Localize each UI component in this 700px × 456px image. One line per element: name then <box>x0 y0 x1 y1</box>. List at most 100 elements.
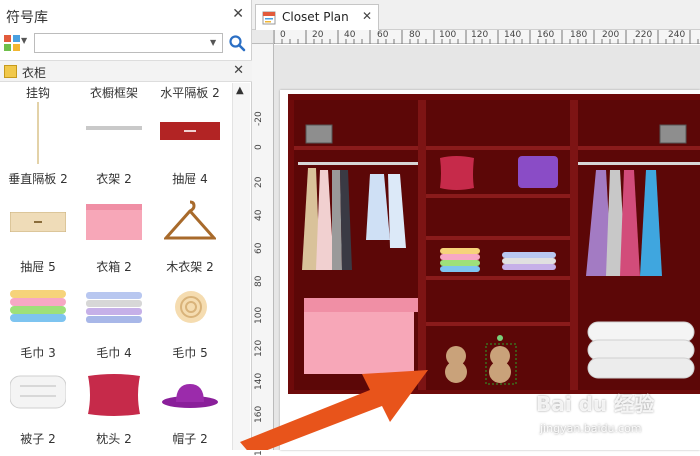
ruler-left-label: 100 <box>254 306 264 324</box>
towel-stack-4-icon <box>86 292 142 323</box>
shape-drawer-5[interactable]: 抽屉 5 <box>0 252 76 336</box>
quilt <box>587 339 695 361</box>
tab-closet-plan[interactable]: Closet Plan ✕ <box>255 4 379 30</box>
basket <box>305 124 333 144</box>
towel-stack-3-icon <box>10 290 66 322</box>
ruler-top-label: 220 <box>635 30 653 40</box>
ruler-top-label: 0 <box>280 30 286 40</box>
shape-hat-2[interactable]: 帽子 2 <box>152 420 228 450</box>
ruler-left-label: 60 <box>254 242 264 254</box>
ruler-top-label: 200 <box>602 30 620 40</box>
ruler-left-label: 0 <box>254 144 264 150</box>
close-icon[interactable]: ✕ <box>232 6 244 22</box>
shelf <box>294 146 418 150</box>
arrow-annotation <box>240 370 428 450</box>
library-toolbar: ▼ ▼ <box>0 30 252 56</box>
storage-box-icon <box>86 204 142 240</box>
ruler-left-label: 120 <box>254 339 264 357</box>
ruler-top-label: 60 <box>377 30 389 40</box>
shape-drawer-4[interactable]: 抽屉 4 <box>152 168 228 252</box>
document-icon <box>262 11 276 25</box>
scroll-up-icon[interactable]: ▲ <box>236 85 244 96</box>
towel <box>440 254 480 260</box>
towel <box>440 266 480 272</box>
watermark-url: jingyan.baidu.com <box>540 422 642 435</box>
folder-icon <box>4 65 17 78</box>
document-tab-bar: Closet Plan ✕ <box>252 0 700 30</box>
search-icon[interactable] <box>228 34 246 52</box>
pillow-icon <box>88 374 140 416</box>
shape-vertical-shelf-2[interactable]: 垂直隔板 2 <box>0 168 76 252</box>
vertical-divider <box>418 100 426 390</box>
hanger-rod <box>578 162 700 165</box>
chevron-down-icon[interactable]: ▼ <box>21 36 27 45</box>
drawer-icon <box>160 122 220 140</box>
ruler-top-label: 160 <box>537 30 555 40</box>
shape-label: 垂直隔板 2 <box>8 172 68 186</box>
shelf <box>426 194 570 198</box>
shape-label: 毛巾 4 <box>96 346 132 360</box>
hanger-rod-icon <box>86 126 142 130</box>
library-title: 符号库 <box>6 10 48 26</box>
search-input[interactable] <box>34 33 223 53</box>
shape-label: 衣橱框架 <box>89 86 138 100</box>
drawer-5-icon <box>10 212 66 232</box>
ruler-left-label: 40 <box>254 209 264 221</box>
shape-towel-3[interactable]: 毛巾 3 <box>0 336 76 420</box>
hat-icon <box>162 384 218 408</box>
shape-hook[interactable]: 挂钩 <box>0 84 76 168</box>
pillow-purple <box>518 156 558 188</box>
shape-wardrobe-frame[interactable]: 衣橱框架 <box>76 84 152 168</box>
shape-towel-4[interactable]: 毛巾 4 <box>76 336 152 420</box>
vertical-divider <box>570 100 578 390</box>
shape-towel-5[interactable]: 毛巾 5 <box>152 336 228 420</box>
storage-box-lid <box>304 298 418 312</box>
ruler-top-label: 100 <box>439 30 457 40</box>
shelf <box>426 236 570 240</box>
ruler-top-label: 20 <box>312 30 324 40</box>
close-icon[interactable]: ✕ <box>233 63 244 78</box>
rolled-towel-icon <box>175 291 207 323</box>
library-grid-icon[interactable] <box>4 35 20 51</box>
shape-storage-box-2[interactable]: 衣箱 2 <box>76 252 152 336</box>
chevron-down-icon[interactable]: ▼ <box>210 38 216 47</box>
shape-wooden-hanger-2[interactable]: 木衣架 2 <box>152 252 228 336</box>
shape-label: 抽屉 4 <box>172 172 208 186</box>
wooden-hanger-icon <box>164 200 216 240</box>
ruler-top-label: 180 <box>570 30 588 40</box>
hanger-rod <box>298 162 418 165</box>
ruler-top-label: 80 <box>409 30 421 40</box>
towel <box>440 248 480 254</box>
shelf <box>426 276 570 280</box>
shape-hanger-2[interactable]: 衣架 2 <box>76 168 152 252</box>
ruler-corner <box>252 30 274 44</box>
close-icon[interactable]: ✕ <box>362 9 372 23</box>
shape-label: 枕头 2 <box>96 432 132 446</box>
library-header: 符号库 ✕ <box>0 0 252 30</box>
shape-label: 毛巾 3 <box>20 346 56 360</box>
shape-quilt-2[interactable]: 被子 2 <box>0 420 76 450</box>
shelf <box>426 322 570 326</box>
towel <box>502 252 556 258</box>
teddy-bear <box>445 361 467 383</box>
ruler-top-label: 40 <box>344 30 356 40</box>
basket <box>659 124 687 144</box>
ruler-top-label: 240 <box>668 30 686 40</box>
shape-label: 毛巾 5 <box>172 346 208 360</box>
quilt-icon <box>10 375 66 409</box>
teddy-bear <box>489 361 511 383</box>
category-bar[interactable]: 衣柜 ✕ <box>0 60 252 82</box>
shelf <box>578 146 700 150</box>
quilt <box>587 321 695 343</box>
watermark-brand: Bai du 经验 <box>536 392 655 416</box>
vertical-shelf-icon <box>37 102 39 164</box>
shape-label: 衣架 2 <box>96 172 132 186</box>
quilt <box>587 357 695 379</box>
ruler-left-label: -20 <box>254 111 264 126</box>
tab-label: Closet Plan <box>282 10 349 24</box>
shape-horizontal-shelf[interactable]: 水平隔板 2 <box>152 84 228 168</box>
ruler-top: 0 20 40 60 80 100 120 140 160 180 200 22… <box>274 30 700 44</box>
shape-pillow-2[interactable]: 枕头 2 <box>76 420 152 450</box>
shape-label: 水平隔板 2 <box>160 86 220 100</box>
shape-label: 抽屉 5 <box>20 260 56 274</box>
